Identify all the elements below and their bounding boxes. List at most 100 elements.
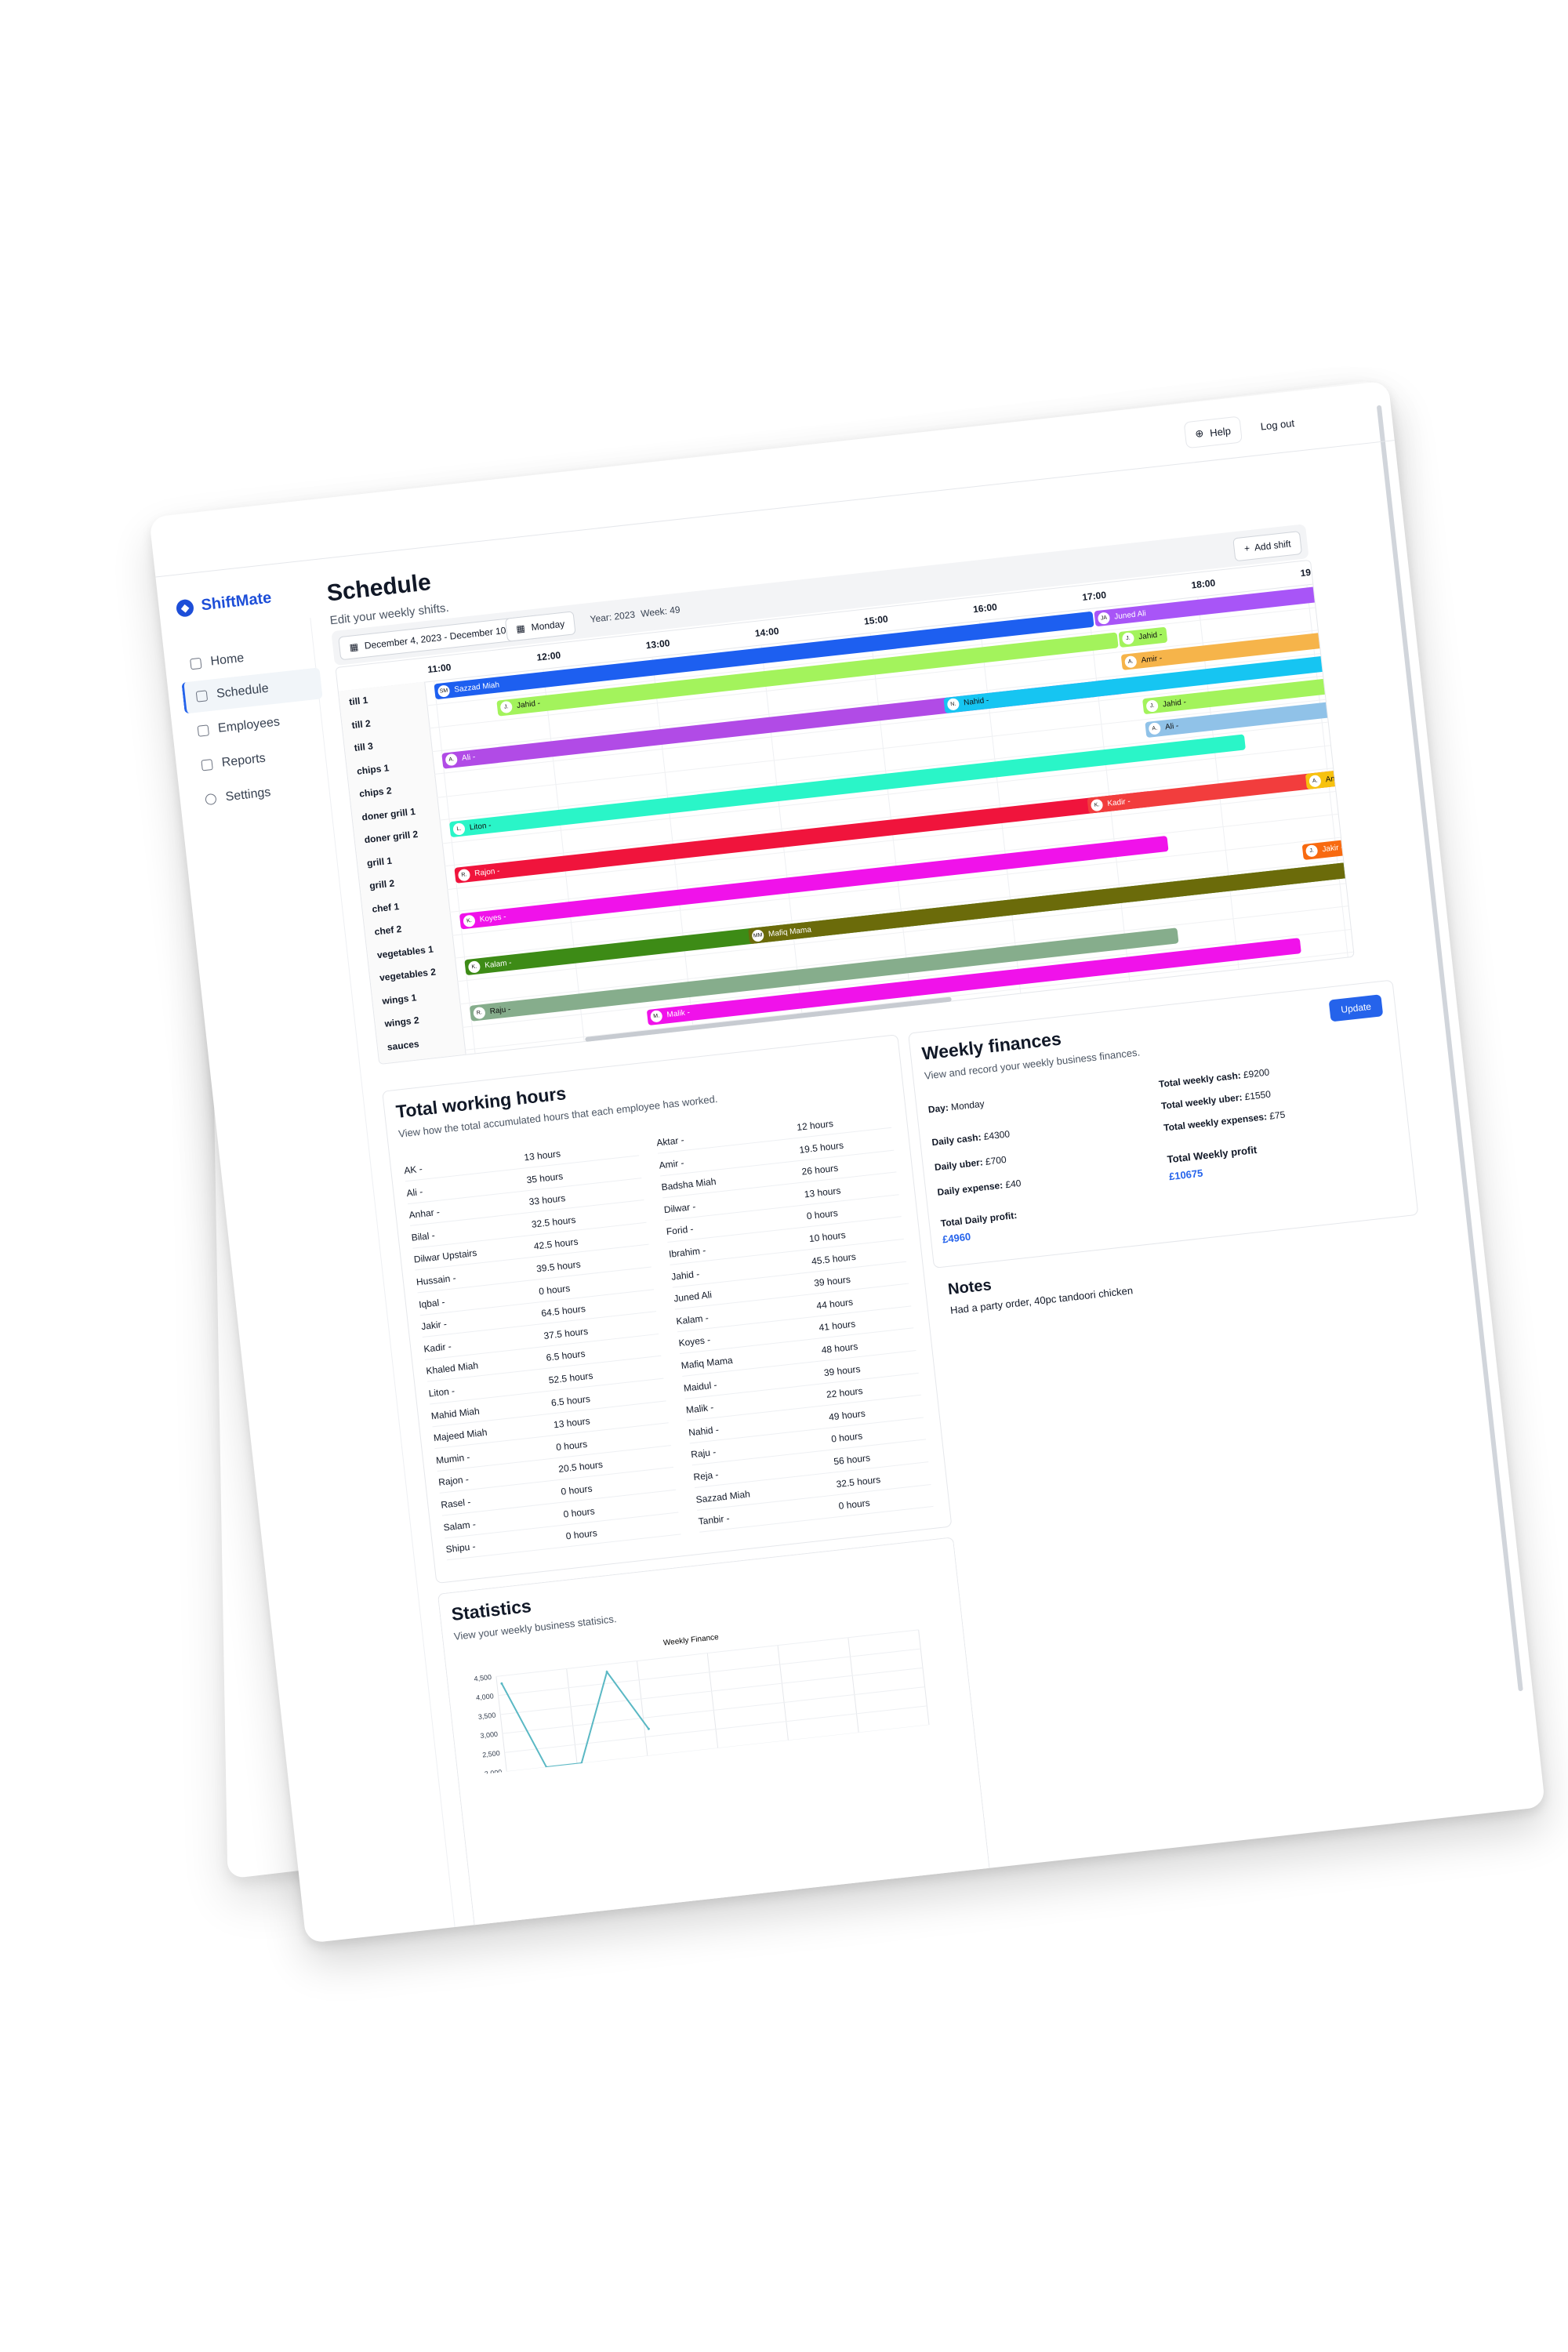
employee-name: Majeed Miah [433, 1426, 488, 1444]
employee-name: Nahid - [688, 1424, 720, 1439]
employee-name: Dilwar Upstairs [413, 1247, 477, 1265]
avatar: K. [463, 914, 476, 927]
employee-name: Ali - [405, 1185, 423, 1199]
shift-label: Jahid - [1138, 630, 1163, 642]
statistics-title: Statistics [450, 1595, 532, 1625]
employee-name: Mafiq Mama [681, 1354, 734, 1372]
employee-name: Hussain - [416, 1272, 457, 1288]
row-divider [437, 1444, 671, 1472]
row-divider [672, 1261, 907, 1288]
day-field: Day: Monday [927, 1098, 985, 1116]
employee-hours: 0 hours [806, 1207, 839, 1222]
shift-label: Kalam - [484, 958, 513, 970]
chart-gridline [504, 1705, 927, 1753]
update-button[interactable]: Update [1328, 994, 1384, 1022]
chart-gridline [498, 1648, 921, 1697]
time-label: 11:00 [426, 661, 452, 676]
shift-label: Kadir - [1106, 797, 1131, 808]
employee-hours: 6.5 hours [550, 1392, 591, 1409]
employee-hours: 0 hours [555, 1438, 588, 1453]
shift-label: Raju - [489, 1004, 511, 1016]
employee-hours: 39 hours [823, 1363, 862, 1378]
employee-name: Dilwar - [663, 1200, 697, 1216]
time-label: 16:00 [972, 601, 998, 615]
row-label: grill 1 [366, 855, 393, 869]
time-label: 12:00 [535, 649, 561, 663]
row-label: grill 2 [368, 877, 395, 891]
chart-title: Weekly Finance [662, 1633, 719, 1648]
employee-name: Kalam - [675, 1312, 710, 1327]
employee-name: Koyes - [677, 1334, 711, 1349]
chart-gridline [502, 1686, 925, 1734]
daily-expense-field: Daily expense: £40 [936, 1178, 1022, 1198]
logout-button[interactable]: Log out [1250, 408, 1305, 440]
day-selector[interactable]: ▦ Monday [504, 611, 576, 642]
employee-name: Mumin - [435, 1451, 471, 1466]
add-shift-button[interactable]: + Add shift [1232, 531, 1303, 562]
row-label: chef 2 [373, 923, 402, 938]
employee-hours: 42.5 hours [533, 1236, 579, 1253]
shift-label: Anhar - [1325, 772, 1352, 784]
employee-name: Juned Ali [673, 1289, 713, 1305]
chart-gridline [918, 1629, 930, 1726]
row-label: doner grill 2 [364, 828, 419, 846]
time-label: 14:00 [754, 625, 780, 640]
employee-hours: 41 hours [818, 1318, 856, 1334]
employee-name: Iqbal - [418, 1296, 446, 1310]
row-label: doner grill 1 [361, 805, 416, 822]
shift-block[interactable]: A. Anhar - [1305, 767, 1355, 790]
employee-name: Raju - [690, 1446, 717, 1461]
y-tick-label: 3,000 [480, 1730, 498, 1740]
avatar: A. [1148, 722, 1162, 735]
chart-gridline [566, 1668, 578, 1764]
row-label: vegetables 1 [376, 943, 434, 960]
y-tick-label: 4,500 [474, 1673, 492, 1682]
total-weekly-profit-value: £10675 [1168, 1167, 1204, 1183]
avatar: R. [473, 1006, 486, 1019]
employee-hours: 26 hours [800, 1162, 839, 1178]
row-label: wings 1 [381, 991, 417, 1007]
weekly-uber-field: Total weekly uber: £1550 [1160, 1088, 1272, 1112]
y-tick-label: 2,000 [484, 1768, 502, 1776]
working-hours-card: Total working hours View how the total a… [382, 1034, 953, 1584]
row-label: till 1 [348, 694, 369, 708]
employee-hours: 49 hours [828, 1407, 866, 1423]
employee-hours: 13 hours [523, 1148, 561, 1163]
employee-name: Amir - [658, 1156, 685, 1171]
avatar: J. [1121, 632, 1135, 645]
brand-logo-icon: ◆ [175, 598, 195, 618]
row-divider [447, 1534, 681, 1561]
time-label: 19:00 [1299, 564, 1325, 579]
shift-block[interactable]: J. Jahid - [1118, 626, 1168, 648]
weekly-expenses-field: Total weekly expenses: £75 [1163, 1109, 1286, 1134]
avatar: SM [437, 684, 451, 698]
row-divider [665, 1194, 899, 1221]
brand[interactable]: ◆ ShiftMate [175, 590, 273, 618]
employee-hours: 0 hours [837, 1497, 871, 1512]
employee-hours: 44 hours [815, 1296, 854, 1312]
employee-name: Jahid - [670, 1268, 700, 1283]
employee-hours: 13 hours [553, 1415, 591, 1431]
statistics-card: Statistics View your weekly business sta… [437, 1537, 992, 1938]
employee-name: Badsha Miah [660, 1175, 717, 1193]
shift-label: Jakir - [1321, 843, 1345, 855]
shift-label: Liton - [469, 821, 492, 832]
row-divider [680, 1327, 914, 1355]
employee-hours: 22 hours [826, 1385, 864, 1401]
employee-hours: 48 hours [820, 1341, 858, 1356]
employees-icon [197, 724, 209, 737]
row-labels: till 1 till 2 till 3 chips 1 chips 2 doner gr… [338, 681, 466, 1064]
page-title: Schedule [325, 569, 433, 607]
row-divider [694, 1461, 929, 1489]
avatar: A. [1308, 774, 1322, 788]
employee-name: Maidul - [683, 1378, 718, 1394]
total-daily-profit-label: Total Daily profit: [940, 1209, 1018, 1229]
row-divider [424, 1333, 659, 1360]
employee-name: Reja - [692, 1468, 720, 1483]
help-button[interactable]: ⊕ Help [1183, 416, 1243, 449]
week-label: Week: 49 [640, 604, 681, 619]
row-label: chips 2 [358, 785, 393, 800]
gear-icon [205, 793, 217, 806]
employee-name: Bilal - [411, 1229, 436, 1243]
chart-gridline [848, 1637, 859, 1733]
